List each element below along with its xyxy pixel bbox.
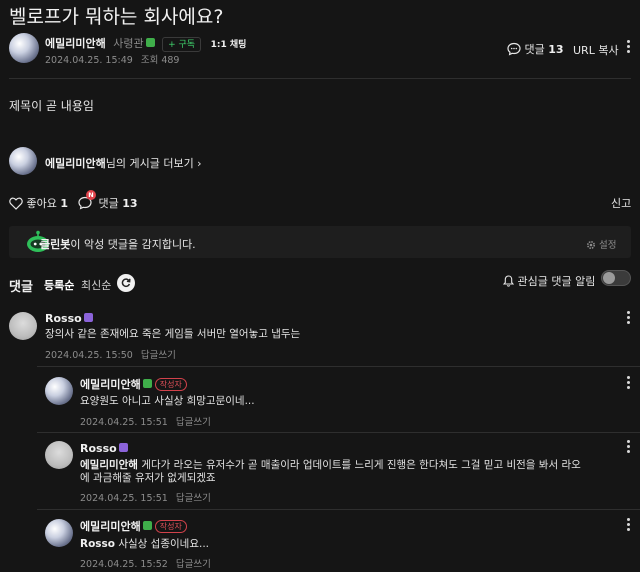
comment-toggle-count: 13 xyxy=(122,197,138,210)
page-title: 벨로프가 뭐하는 회사에요? xyxy=(9,6,224,28)
reply-button[interactable]: 답글쓰기 xyxy=(141,350,176,361)
reply-date: 2024.04.25. 15:51 xyxy=(80,417,168,428)
level-icon xyxy=(83,313,93,322)
reply-author[interactable]: 에밀리미안해 xyxy=(80,520,141,533)
comment-text: 장의사 같은 존재에요 죽은 게임들 서버만 열어놓고 냅두는 xyxy=(45,328,301,340)
cleanbot-settings-button[interactable]: 설정 xyxy=(586,237,617,253)
url-copy-button[interactable]: URL 복사 xyxy=(573,42,619,58)
cleanbot-text: 이 악성 댓글을 감지합니다. xyxy=(70,238,196,251)
level-icon xyxy=(142,521,152,530)
comment-count: 13 xyxy=(548,43,564,56)
comment-label: 댓글 xyxy=(524,43,545,56)
reply-author[interactable]: 에밀리미안해 xyxy=(80,378,141,391)
post-views: 조회 489 xyxy=(140,55,180,66)
more-posts-link[interactable]: 에밀리미안해님의 게시글 더보기 › xyxy=(45,155,202,171)
comments-title: 댓글 xyxy=(9,280,33,295)
comment-author[interactable]: Rosso xyxy=(45,312,82,325)
comment-kebab-menu-icon[interactable] xyxy=(627,311,630,326)
comment-bubble-icon xyxy=(507,42,521,59)
reply-button[interactable]: 답글쓰기 xyxy=(176,493,211,504)
reply-author-row: 에밀리미안해 작성자 xyxy=(80,518,187,534)
author-avatar[interactable] xyxy=(9,33,39,63)
level-icon xyxy=(118,443,128,452)
more-posts-avatar[interactable] xyxy=(9,147,37,175)
new-badge: N xyxy=(86,190,96,200)
reply-date: 2024.04.25. 15:52 xyxy=(80,559,168,570)
reply-mention[interactable]: Rosso xyxy=(80,538,115,550)
more-posts-author: 에밀리미안해 xyxy=(45,157,106,170)
reply-author-row: Rosso xyxy=(80,442,128,455)
reply-text: 요양원도 아니고 사실상 희망고문이네... xyxy=(80,395,255,407)
reply-divider xyxy=(37,432,640,433)
subscribe-button[interactable]: + 구독 xyxy=(162,37,202,52)
reply-avatar[interactable] xyxy=(45,377,73,405)
post-meta: 2024.04.25. 15:49 조회 489 xyxy=(45,52,179,66)
author-name[interactable]: 에밀리미안해 xyxy=(45,37,106,50)
reply-avatar[interactable] xyxy=(45,519,73,547)
comment-divider xyxy=(37,366,640,367)
gear-icon xyxy=(586,240,596,253)
author-rank: 사령관 xyxy=(113,37,144,50)
comment-author-row: Rosso xyxy=(45,312,93,325)
reply-body: 사실상 섭종이네요... xyxy=(118,538,209,550)
reply-kebab-menu-icon[interactable] xyxy=(627,518,630,533)
speech-bubble-icon: N xyxy=(78,190,96,213)
reply-divider xyxy=(37,509,640,510)
refresh-icon[interactable] xyxy=(117,274,135,292)
heart-icon xyxy=(9,197,23,213)
level-icon xyxy=(145,38,155,47)
settings-label: 설정 xyxy=(599,240,617,251)
notify-toggle[interactable] xyxy=(601,270,631,286)
comment-meta: 2024.04.25. 15:50 답글쓰기 xyxy=(45,347,176,361)
chat-button[interactable]: 1:1 채팅 xyxy=(211,40,247,50)
like-count: 1 xyxy=(60,197,69,210)
reply-text: Rosso 사실상 섭종이네요... xyxy=(80,536,209,552)
reply-meta: 2024.04.25. 15:51 답글쓰기 xyxy=(80,490,211,504)
reply-button[interactable]: 답글쓰기 xyxy=(176,559,211,570)
more-posts-label: 님의 게시글 더보기 › xyxy=(105,157,202,170)
comment-toggle-button[interactable]: N 댓글 13 xyxy=(78,190,138,213)
reply-author-row: 에밀리미안해 작성자 xyxy=(80,376,187,392)
cleanbot-message: 클린봇이 악성 댓글을 감지합니다. xyxy=(40,236,196,252)
cleanbot-name: 클린봇 xyxy=(40,238,71,251)
level-icon xyxy=(142,379,152,388)
comment-avatar[interactable] xyxy=(9,312,37,340)
reply-avatar[interactable] xyxy=(45,441,73,469)
sort-registered-button[interactable]: 등록순 xyxy=(44,277,74,293)
header-divider xyxy=(9,78,631,79)
reply-meta: 2024.04.25. 15:51 답글쓰기 xyxy=(80,414,211,428)
comment-date: 2024.04.25. 15:50 xyxy=(45,350,133,361)
like-label: 좋아요 xyxy=(26,197,57,210)
reply-text-line2: 에 과금해줄 유저가 없게되겠죠 xyxy=(80,472,216,484)
writer-badge: 작성자 xyxy=(154,378,187,391)
author-row: 에밀리미안해 사령관 + 구독 1:1 채팅 xyxy=(45,35,246,52)
like-button[interactable]: 좋아요 1 xyxy=(9,195,68,213)
reply-kebab-menu-icon[interactable] xyxy=(627,376,630,391)
bell-icon xyxy=(502,275,515,290)
comment-toggle-label: 댓글 xyxy=(98,197,119,210)
reply-button[interactable]: 답글쓰기 xyxy=(176,417,211,428)
comment-notify: 관심글 댓글 알림 xyxy=(502,273,596,290)
reply-kebab-menu-icon[interactable] xyxy=(627,440,630,455)
sort-latest-button[interactable]: 최신순 xyxy=(81,277,111,293)
report-button[interactable]: 신고 xyxy=(611,195,631,211)
post-body: 제목이 곧 내용임 xyxy=(9,99,94,113)
post-date: 2024.04.25. 15:49 xyxy=(45,55,133,66)
comment-count-link[interactable]: 댓글 13 xyxy=(507,41,564,59)
reply-author[interactable]: Rosso xyxy=(80,442,117,455)
reply-meta: 2024.04.25. 15:52 답글쓰기 xyxy=(80,556,211,570)
reply-date: 2024.04.25. 15:51 xyxy=(80,493,168,504)
post-kebab-menu-icon[interactable] xyxy=(627,40,630,55)
notify-label: 관심글 댓글 알림 xyxy=(517,275,596,288)
writer-badge: 작성자 xyxy=(154,520,187,533)
